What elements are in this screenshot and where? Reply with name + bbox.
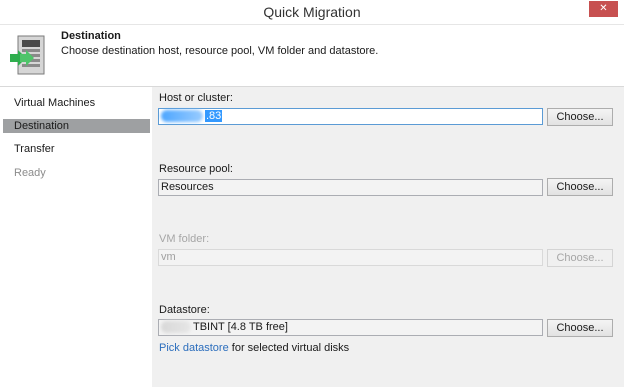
- wizard-steps: Virtual Machines Destination Transfer Re…: [0, 87, 152, 387]
- resource-pool-label: Resource pool:: [159, 163, 233, 175]
- pick-datastore-link[interactable]: Pick datastore: [159, 342, 229, 354]
- redacted-text: [161, 110, 203, 123]
- datastore-value: TBINT [4.8 TB free]: [193, 321, 288, 333]
- pick-datastore-row: Pick datastore for selected virtual disk…: [159, 342, 349, 354]
- step-virtual-machines[interactable]: Virtual Machines: [3, 96, 150, 110]
- wizard-header: Destination Choose destination host, res…: [0, 25, 624, 87]
- resource-pool-choose-button[interactable]: Choose...: [547, 178, 613, 196]
- resource-pool-field[interactable]: Resources: [158, 179, 543, 196]
- header-description: Choose destination host, resource pool, …: [61, 45, 379, 57]
- close-button[interactable]: ✕: [589, 1, 618, 17]
- vm-folder-label: VM folder:: [159, 233, 210, 245]
- window-title: Quick Migration: [263, 4, 361, 20]
- pick-datastore-text: for selected virtual disks: [231, 342, 350, 354]
- title-bar: Quick Migration ✕: [0, 0, 624, 25]
- vm-folder-choose-button: Choose...: [547, 249, 613, 267]
- host-field[interactable]: .83: [158, 108, 543, 125]
- host-value: .83: [205, 110, 223, 122]
- host-label: Host or cluster:: [159, 92, 233, 104]
- step-destination[interactable]: Destination: [3, 119, 150, 133]
- step-ready: Ready: [14, 167, 46, 179]
- header-title: Destination: [61, 30, 121, 42]
- migration-wizard-icon: [10, 35, 45, 75]
- host-choose-button[interactable]: Choose...: [547, 108, 613, 126]
- datastore-choose-button[interactable]: Choose...: [547, 319, 613, 337]
- step-transfer[interactable]: Transfer: [3, 142, 150, 156]
- destination-panel: Host or cluster: .83 Choose... Resource …: [152, 87, 624, 387]
- datastore-field[interactable]: TBINT [4.8 TB free]: [158, 319, 543, 336]
- vm-folder-field: vm: [158, 249, 543, 266]
- redacted-text: [161, 321, 191, 334]
- datastore-label: Datastore:: [159, 304, 210, 316]
